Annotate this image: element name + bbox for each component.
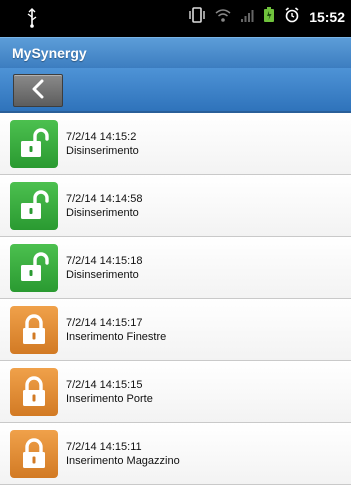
unlocked-icon: [10, 181, 58, 230]
event-list: 7/2/14 14:15:2 Disinserimento 7/2/14 14:…: [0, 113, 351, 485]
status-bar: 15:52: [0, 0, 351, 37]
back-button[interactable]: [13, 74, 63, 107]
locked-icon: [10, 367, 58, 416]
event-time: 7/2/14 14:15:11: [66, 440, 142, 453]
usb-icon: [26, 8, 38, 32]
event-description: Disinserimento: [66, 144, 139, 157]
chevron-left-icon: [31, 79, 45, 103]
status-time: 15:52: [309, 9, 345, 25]
unlocked-icon: [10, 243, 58, 292]
locked-icon: [10, 429, 58, 478]
vibrate-icon: [188, 7, 206, 27]
app-title-bar: MySynergy: [0, 37, 351, 68]
toolbar: [0, 68, 351, 113]
event-row[interactable]: 7/2/14 14:14:58 Disinserimento: [0, 175, 351, 237]
event-description: Inserimento Porte: [66, 392, 153, 405]
event-description: Inserimento Magazzino: [66, 454, 180, 467]
event-time: 7/2/14 14:15:15: [66, 378, 143, 391]
event-time: 7/2/14 14:15:18: [66, 254, 143, 267]
locked-icon: [10, 305, 58, 354]
event-row[interactable]: 7/2/14 14:15:11 Inserimento Magazzino: [0, 423, 351, 485]
battery-icon: [263, 7, 275, 27]
signal-icon: [240, 8, 254, 27]
event-description: Inserimento Finestre: [66, 330, 167, 343]
alarm-icon: [284, 7, 300, 27]
event-row[interactable]: 7/2/14 14:15:18 Disinserimento: [0, 237, 351, 299]
event-time: 7/2/14 14:14:58: [66, 192, 143, 205]
wifi-icon: [215, 8, 231, 27]
unlocked-icon: [10, 119, 58, 168]
event-description: Disinserimento: [66, 268, 139, 281]
event-description: Disinserimento: [66, 206, 139, 219]
app-title: MySynergy: [12, 45, 87, 61]
event-row[interactable]: 7/2/14 14:15:17 Inserimento Finestre: [0, 299, 351, 361]
event-row[interactable]: 7/2/14 14:15:2 Disinserimento: [0, 113, 351, 175]
event-time: 7/2/14 14:15:2: [66, 130, 137, 143]
event-time: 7/2/14 14:15:17: [66, 316, 143, 329]
event-row[interactable]: 7/2/14 14:15:15 Inserimento Porte: [0, 361, 351, 423]
